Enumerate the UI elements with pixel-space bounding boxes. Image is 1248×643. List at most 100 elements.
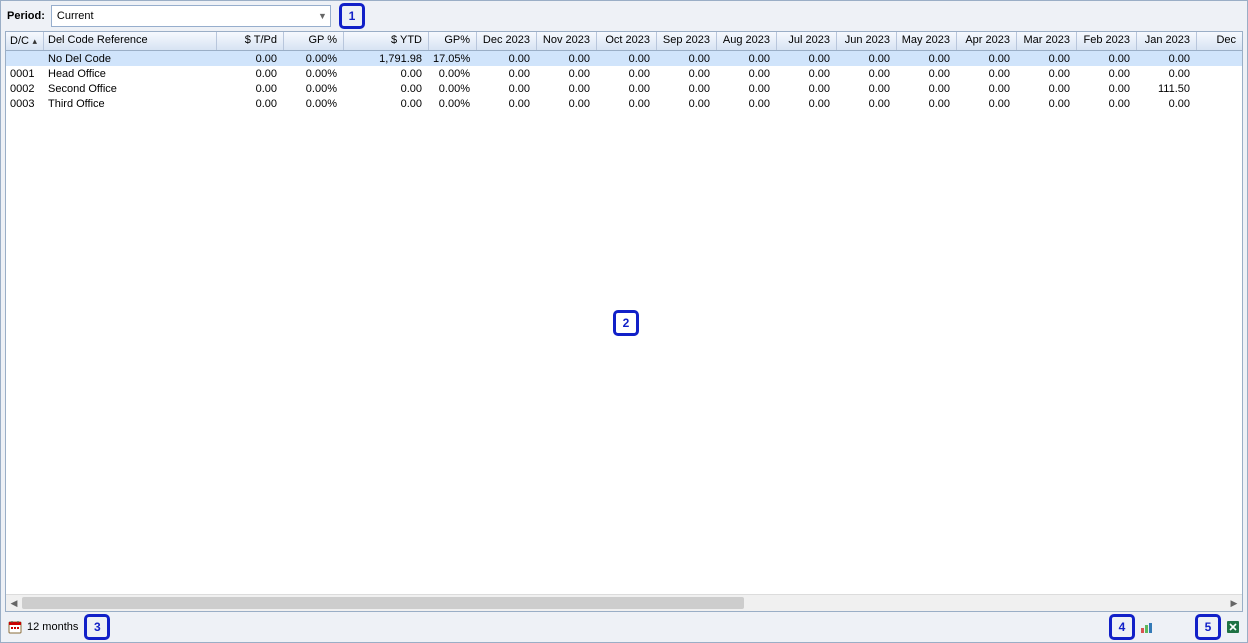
cell-gpp: 0.00% (429, 81, 477, 96)
col-tpd[interactable]: $ T/Pd (217, 32, 284, 50)
cell-month-9: 0.00 (1017, 66, 1077, 81)
cell-month-2: 0.00 (597, 51, 657, 66)
cell-month-1: 0.00 (537, 51, 597, 66)
scroll-track[interactable] (22, 597, 1226, 609)
cell-month-11: 0.00 (1137, 51, 1197, 66)
cell-month-2: 0.00 (597, 81, 657, 96)
col-month-jan2023[interactable]: Jan 2023 (1137, 32, 1197, 50)
cell-month-0: 0.00 (477, 81, 537, 96)
callout-2: 2 (613, 310, 639, 336)
calendar-icon[interactable] (7, 619, 23, 635)
cell-month-5: 0.00 (777, 96, 837, 111)
cell-month-1: 0.00 (537, 66, 597, 81)
cell-filler (1197, 81, 1242, 96)
cell-month-11: 0.00 (1137, 96, 1197, 111)
cell-month-1: 0.00 (537, 96, 597, 111)
cell-month-10: 0.00 (1077, 51, 1137, 66)
cell-month-9: 0.00 (1017, 81, 1077, 96)
cell-month-6: 0.00 (837, 81, 897, 96)
cell-dc (6, 51, 44, 66)
cell-ytd: 0.00 (344, 66, 429, 81)
cell-gpp: 17.05% (429, 51, 477, 66)
cell-month-3: 0.00 (657, 51, 717, 66)
cell-dc: 0003 (6, 96, 44, 111)
col-month-dec2023[interactable]: Dec 2023 (477, 32, 537, 50)
bar-chart-icon[interactable] (1139, 619, 1155, 635)
col-month-apr2023[interactable]: Apr 2023 (957, 32, 1017, 50)
period-value: Current (57, 10, 94, 22)
period-label: Period: (7, 10, 45, 22)
callout-3: 3 (84, 614, 110, 640)
cell-gp: 0.00% (284, 66, 344, 81)
cell-ytd: 0.00 (344, 96, 429, 111)
table-row[interactable]: 0002Second Office0.000.00%0.000.00%0.000… (6, 81, 1242, 96)
horizontal-scrollbar[interactable]: ◀ ▶ (6, 594, 1242, 611)
cell-month-11: 0.00 (1137, 66, 1197, 81)
cell-tpd: 0.00 (217, 96, 284, 111)
cell-tpd: 0.00 (217, 51, 284, 66)
col-ytd[interactable]: $ YTD (344, 32, 429, 50)
cell-ref: Head Office (44, 66, 217, 81)
cell-month-4: 0.00 (717, 81, 777, 96)
col-month-nov2023[interactable]: Nov 2023 (537, 32, 597, 50)
scroll-thumb[interactable] (22, 597, 744, 609)
cell-month-2: 0.00 (597, 66, 657, 81)
cell-month-7: 0.00 (897, 81, 957, 96)
col-month-sep2023[interactable]: Sep 2023 (657, 32, 717, 50)
period-select[interactable]: Current ▼ (51, 5, 331, 27)
cell-month-6: 0.00 (837, 66, 897, 81)
cell-dc: 0002 (6, 81, 44, 96)
sort-asc-icon: ▴ (32, 34, 37, 49)
cell-month-8: 0.00 (957, 96, 1017, 111)
cell-month-8: 0.00 (957, 66, 1017, 81)
cell-gpp: 0.00% (429, 96, 477, 111)
col-month-jun2023[interactable]: Jun 2023 (837, 32, 897, 50)
cell-month-0: 0.00 (477, 66, 537, 81)
cell-month-8: 0.00 (957, 51, 1017, 66)
table-row[interactable]: No Del Code0.000.00%1,791.9817.05%0.000.… (6, 51, 1242, 66)
scroll-right-icon[interactable]: ▶ (1226, 596, 1242, 610)
table-row[interactable]: 0001Head Office0.000.00%0.000.00%0.000.0… (6, 66, 1242, 81)
col-month-oct2023[interactable]: Oct 2023 (597, 32, 657, 50)
chevron-down-icon: ▼ (318, 11, 327, 21)
col-month-mar2023[interactable]: Mar 2023 (1017, 32, 1077, 50)
cell-month-10: 0.00 (1077, 66, 1137, 81)
col-month-may2023[interactable]: May 2023 (897, 32, 957, 50)
col-ref[interactable]: Del Code Reference (44, 32, 217, 50)
cell-month-1: 0.00 (537, 81, 597, 96)
cell-month-9: 0.00 (1017, 96, 1077, 111)
col-gpp[interactable]: GP% (429, 32, 477, 50)
cell-month-5: 0.00 (777, 51, 837, 66)
cell-month-7: 0.00 (897, 96, 957, 111)
cell-month-6: 0.00 (837, 96, 897, 111)
cell-ytd: 1,791.98 (344, 51, 429, 66)
excel-export-icon[interactable] (1225, 619, 1241, 635)
cell-month-2: 0.00 (597, 96, 657, 111)
cell-filler (1197, 51, 1242, 66)
cell-filler (1197, 96, 1242, 111)
cell-month-7: 0.00 (897, 51, 957, 66)
cell-month-6: 0.00 (837, 51, 897, 66)
cell-month-11: 111.50 (1137, 81, 1197, 96)
status-bar: 12 months 3 4 5 (1, 612, 1247, 642)
cell-month-8: 0.00 (957, 81, 1017, 96)
table-row[interactable]: 0003Third Office0.000.00%0.000.00%0.000.… (6, 96, 1242, 111)
col-gp[interactable]: GP % (284, 32, 344, 50)
months-label[interactable]: 12 months (27, 621, 78, 633)
col-month-jul2023[interactable]: Jul 2023 (777, 32, 837, 50)
col-month-overflow[interactable]: Dec (1197, 32, 1242, 50)
cell-month-10: 0.00 (1077, 96, 1137, 111)
col-month-feb2023[interactable]: Feb 2023 (1077, 32, 1137, 50)
cell-month-5: 0.00 (777, 66, 837, 81)
callout-4: 4 (1109, 614, 1135, 640)
grid-body: No Del Code0.000.00%1,791.9817.05%0.000.… (6, 51, 1242, 594)
cell-month-10: 0.00 (1077, 81, 1137, 96)
cell-gpp: 0.00% (429, 66, 477, 81)
cell-filler (1197, 66, 1242, 81)
cell-month-4: 0.00 (717, 51, 777, 66)
cell-month-3: 0.00 (657, 81, 717, 96)
scroll-left-icon[interactable]: ◀ (6, 596, 22, 610)
data-grid: D/C ▴ Del Code Reference $ T/Pd GP % $ Y… (5, 31, 1243, 612)
col-dc[interactable]: D/C ▴ (6, 32, 44, 50)
col-month-aug2023[interactable]: Aug 2023 (717, 32, 777, 50)
